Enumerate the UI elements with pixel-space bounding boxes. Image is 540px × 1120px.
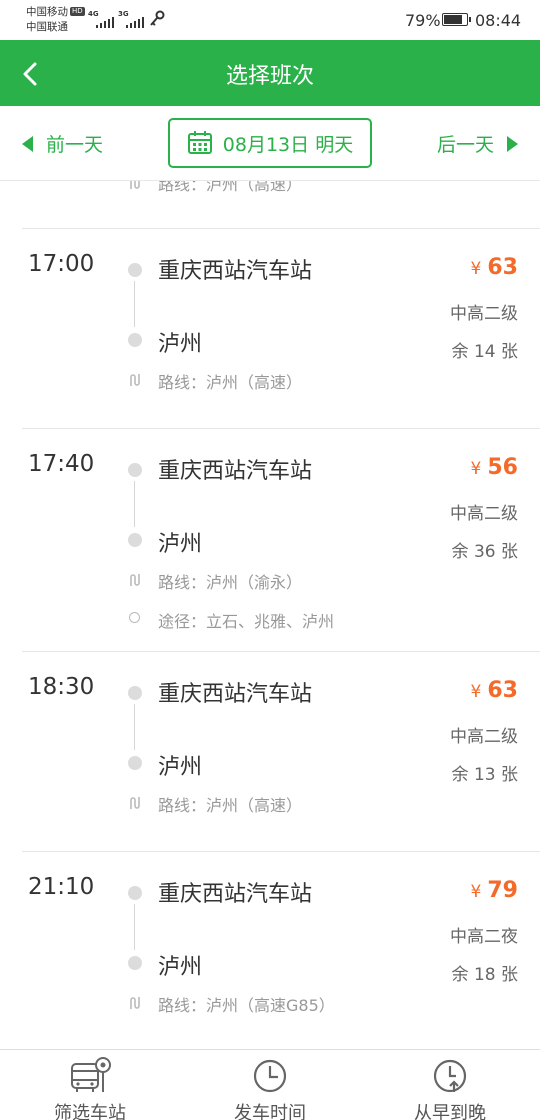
origin-station: 重庆西站汽车站 bbox=[158, 459, 313, 484]
hd-badge: HD bbox=[70, 7, 85, 16]
ticket-price: ¥63 bbox=[470, 678, 518, 703]
filter-station-tab[interactable]: 筛选车站 bbox=[0, 1050, 180, 1120]
route-connector bbox=[134, 704, 135, 750]
tab-label: 从早到晚 bbox=[414, 1103, 486, 1120]
carrier-1: 中国移动 bbox=[26, 6, 68, 18]
seats-left: 余 36 张 bbox=[451, 542, 518, 562]
sort-early-to-late-tab[interactable]: 从早到晚 bbox=[360, 1050, 540, 1120]
trip-route: 路线：泸州（高速） bbox=[158, 181, 303, 194]
clock-up-arrow-icon bbox=[433, 1059, 467, 1093]
next-day-button[interactable]: 后一天 bbox=[437, 130, 518, 157]
bus-grade: 中高二级 bbox=[450, 304, 518, 324]
trip-route: 路线：泸州（渝永） bbox=[158, 573, 303, 592]
via-circle-icon bbox=[129, 612, 140, 623]
prev-day-label: 前一天 bbox=[46, 134, 104, 156]
trip-via: 途径：立石、兆雅、泸州 bbox=[158, 612, 335, 631]
destination-dot bbox=[128, 956, 142, 970]
origin-dot bbox=[128, 886, 142, 900]
date-bar: 前一天 08月13日 明天 后一天 bbox=[0, 106, 540, 181]
departure-time: 17:40 bbox=[28, 451, 95, 477]
origin-station: 重庆西站汽车站 bbox=[158, 682, 313, 707]
status-bar: 中国移动 HD 中国联通 4G 3G 79% 08:44 bbox=[0, 0, 540, 40]
bottom-toolbar: 筛选车站 发车时间 从早到晚 bbox=[0, 1049, 540, 1120]
bus-grade: 中高二夜 bbox=[450, 927, 518, 947]
clock-icon bbox=[253, 1059, 287, 1093]
carrier-2: 中国联通 bbox=[26, 21, 68, 33]
departure-time: 21:10 bbox=[28, 874, 95, 900]
trip-card[interactable]: 21:10 重庆西站汽车站 泸州 路线：泸州（高速G85） ¥79 中高二夜 余… bbox=[22, 851, 540, 1049]
origin-station: 重庆西站汽车站 bbox=[158, 882, 313, 907]
trip-card[interactable]: 18:30 重庆西站汽车站 泸州 路线：泸州（高速） ¥63 中高二级 余 13… bbox=[22, 651, 540, 851]
origin-station: 重庆西站汽车站 bbox=[158, 259, 313, 284]
destination-station: 泸州 bbox=[158, 532, 203, 557]
route-connector bbox=[134, 904, 135, 950]
bus-station-icon bbox=[71, 1057, 111, 1092]
origin-dot bbox=[128, 686, 142, 700]
tab-label: 发车时间 bbox=[234, 1103, 306, 1120]
trip-card[interactable]: 17:00 重庆西站汽车站 泸州 路线：泸州（高速） ¥63 中高二级 余 14… bbox=[22, 228, 540, 428]
destination-dot bbox=[128, 533, 142, 547]
battery-percent: 79% bbox=[405, 11, 441, 30]
seats-left: 余 14 张 bbox=[451, 342, 518, 362]
departure-time: 17:00 bbox=[28, 251, 95, 277]
calendar-icon bbox=[187, 131, 212, 154]
trip-route: 路线：泸州（高速） bbox=[158, 373, 303, 392]
status-time: 08:44 bbox=[475, 11, 522, 30]
bus-grade: 中高二级 bbox=[450, 504, 518, 524]
origin-dot bbox=[128, 263, 142, 277]
battery-icon bbox=[442, 13, 471, 26]
prev-day-button[interactable]: 前一天 bbox=[22, 130, 103, 157]
date-picker-button[interactable]: 08月13日 明天 bbox=[168, 118, 372, 168]
trip-list[interactable]: 路线：泸州（高速） 17:00 重庆西站汽车站 泸州 路线：泸州（高速） ¥63… bbox=[0, 181, 540, 1049]
ticket-price: ¥79 bbox=[470, 878, 518, 903]
trip-route: 路线：泸州（高速G85） bbox=[158, 996, 335, 1015]
route-icon bbox=[130, 997, 140, 1009]
triangle-right-icon bbox=[507, 135, 518, 152]
title-bar: 选择班次 bbox=[0, 40, 540, 106]
seats-left: 余 18 张 bbox=[451, 965, 518, 985]
route-connector bbox=[134, 481, 135, 527]
route-connector bbox=[134, 281, 135, 327]
triangle-left-icon bbox=[22, 135, 33, 152]
carrier-info: 中国移动 HD 中国联通 bbox=[26, 5, 85, 35]
page-title: 选择班次 bbox=[225, 64, 314, 89]
departure-time: 18:30 bbox=[28, 674, 95, 700]
route-icon bbox=[130, 181, 140, 189]
trip-card[interactable]: 17:40 重庆西站汽车站 泸州 路线：泸州（渝永） 途径：立石、兆雅、泸州 ¥… bbox=[22, 428, 540, 651]
ticket-price: ¥56 bbox=[470, 455, 518, 480]
departure-time-tab[interactable]: 发车时间 bbox=[180, 1050, 360, 1120]
destination-station: 泸州 bbox=[158, 955, 203, 980]
key-icon bbox=[150, 10, 165, 26]
route-icon bbox=[130, 374, 140, 386]
destination-station: 泸州 bbox=[158, 755, 203, 780]
route-icon bbox=[130, 574, 140, 586]
destination-station: 泸州 bbox=[158, 332, 203, 357]
date-label: 08月13日 明天 bbox=[222, 133, 354, 156]
bus-grade: 中高二级 bbox=[450, 727, 518, 747]
next-day-label: 后一天 bbox=[436, 134, 494, 156]
ticket-price: ¥63 bbox=[470, 255, 518, 280]
trip-route: 路线：泸州（高速） bbox=[158, 796, 303, 815]
seats-left: 余 13 张 bbox=[451, 765, 518, 785]
origin-dot bbox=[128, 463, 142, 477]
tab-label: 筛选车站 bbox=[54, 1103, 126, 1120]
destination-dot bbox=[128, 756, 142, 770]
trip-card-partial[interactable]: 路线：泸州（高速） bbox=[0, 181, 540, 229]
destination-dot bbox=[128, 333, 142, 347]
route-icon bbox=[130, 797, 140, 809]
